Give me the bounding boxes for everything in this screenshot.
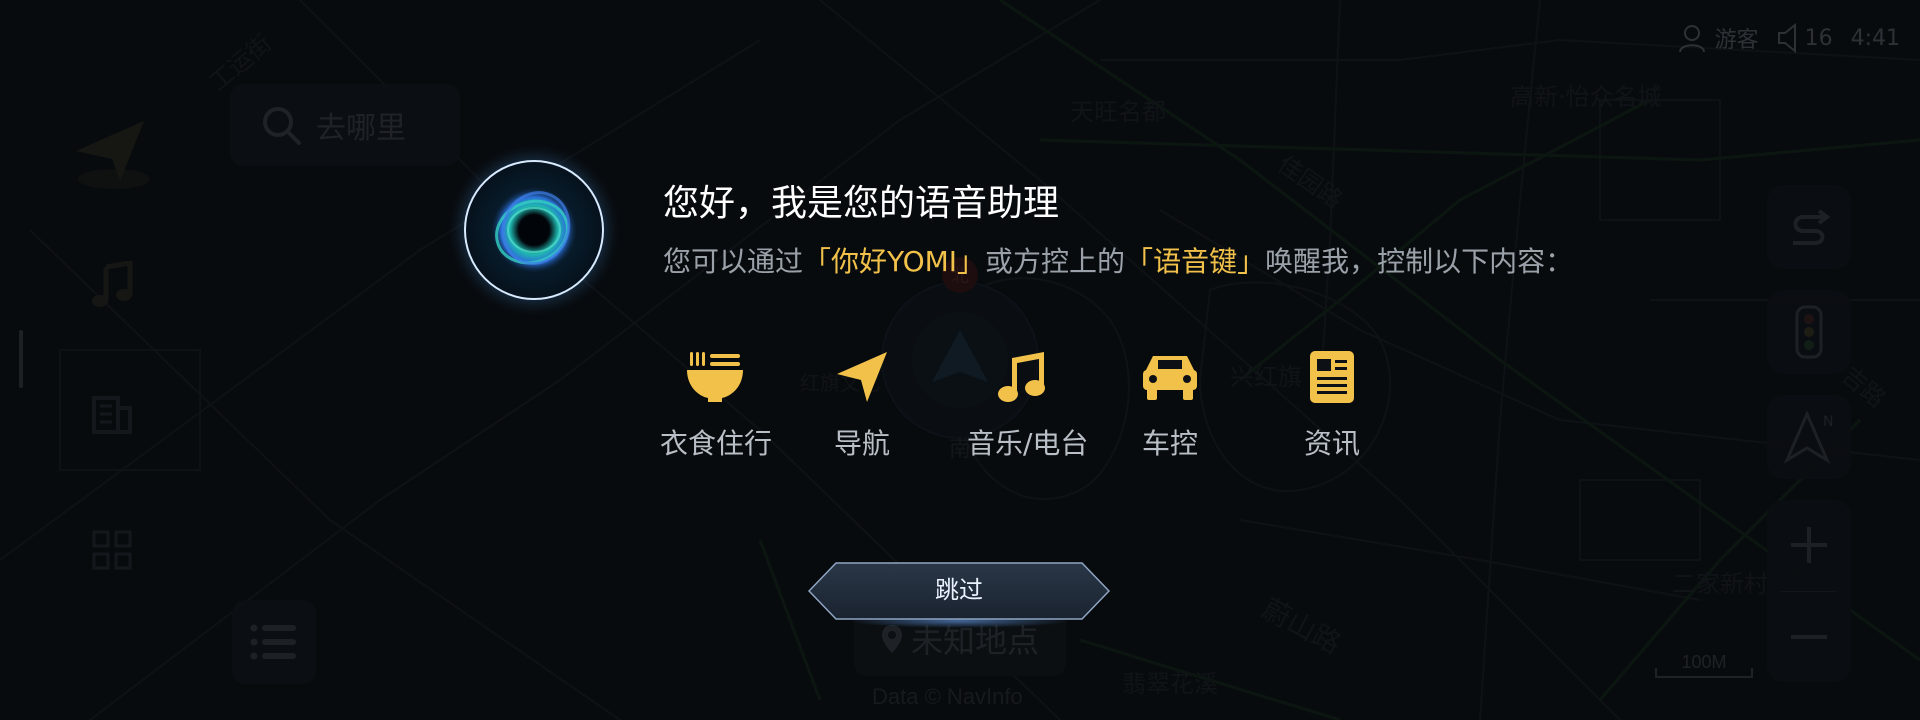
capability-label: 导航 [833,427,890,460]
assistant-greeting: 您好，我是您的语音助理 [663,183,1060,224]
plus-icon [1791,527,1827,563]
capability-label: 衣食住行 [660,427,773,460]
scale-bar [1655,668,1753,678]
voice-orb-icon [490,186,578,274]
north-up-button[interactable]: N [1767,395,1851,479]
map-label: 二家新村 [1672,570,1768,598]
list-icon [250,624,296,660]
car-icon [1143,356,1197,400]
search-icon [263,107,301,145]
capability-label: 音乐/电台 [967,427,1089,460]
capability-music-radio: 音乐/电台 [967,348,1089,462]
skip-button[interactable]: 跳过 [808,562,1110,620]
north-up-letter: N [1823,414,1833,430]
skip-label: 跳过 [935,577,983,604]
voice-assistant-avatar [464,160,604,300]
navigation-arrow-icon [837,352,887,402]
route-button[interactable] [1767,185,1851,269]
apps-button[interactable] [62,525,162,575]
map-label: 翡翠花溪 [1122,670,1218,698]
search-bar[interactable]: 去哪里 [230,84,460,166]
news-icon [1310,351,1354,403]
compass-button[interactable] [62,120,162,190]
instructions-text-3: 唤醒我，控制以下内容： [1265,245,1574,278]
status-bar: 游客 16 4:41 [1677,22,1900,54]
search-placeholder: 去哪里 [316,111,406,146]
building-icon [92,396,132,434]
zoom-out-button[interactable] [1767,592,1851,682]
speaker-icon [1777,23,1796,53]
zoom-controls [1767,500,1851,682]
north-up-icon: N [1783,410,1833,464]
music-note-icon [92,261,133,307]
map-label: 高新·怡众名城 [1510,83,1662,111]
minus-icon [1791,635,1827,639]
instructions-text-2: 或方控上的 [985,245,1126,278]
clock-time: 4:41 [1850,25,1900,51]
capability-label: 车控 [1141,427,1198,460]
map-label: 天旺名都 [1070,98,1166,126]
music-note-icon [998,352,1045,402]
assistant-instructions: 您可以通过「你好YOMI」或方控上的「语音键」唤醒我，控制以下内容： [663,240,1573,280]
traffic-light-button[interactable] [1767,290,1851,374]
capability-news: 资讯 [1277,348,1387,462]
list-menu-button[interactable] [232,600,316,684]
noodle-bowl-icon [687,352,743,402]
compass-arrow-icon [76,121,150,189]
capability-navigation: 导航 [807,348,917,462]
capability-lifestyle: 衣食住行 [660,348,773,462]
side-panel-handle[interactable] [19,330,23,388]
wake-phrase: 「你好YOMI」 [803,245,986,278]
user-label: 游客 [1714,28,1759,53]
route-icon [1793,209,1831,245]
traffic-light-icon [1795,305,1823,359]
user-profile[interactable]: 游客 [1677,22,1759,54]
capability-vehicle-control: 车控 [1115,348,1225,462]
volume-level: 16 [1804,25,1833,51]
music-shortcut-button[interactable] [62,255,162,315]
instructions-text-1: 您可以通过 [663,245,804,278]
user-icon [1678,25,1705,53]
volume-indicator[interactable]: 16 [1777,23,1833,53]
building-shortcut-button[interactable] [62,380,162,440]
location-pin-icon [881,625,902,653]
zoom-in-button[interactable] [1767,500,1851,590]
voice-key-label: 「语音键」 [1125,245,1266,278]
map-copyright: Data © NavInfo [872,684,1023,709]
capability-label: 资讯 [1303,427,1360,460]
apps-grid-icon [92,530,132,570]
skip-area: 跳过 [808,562,1110,628]
